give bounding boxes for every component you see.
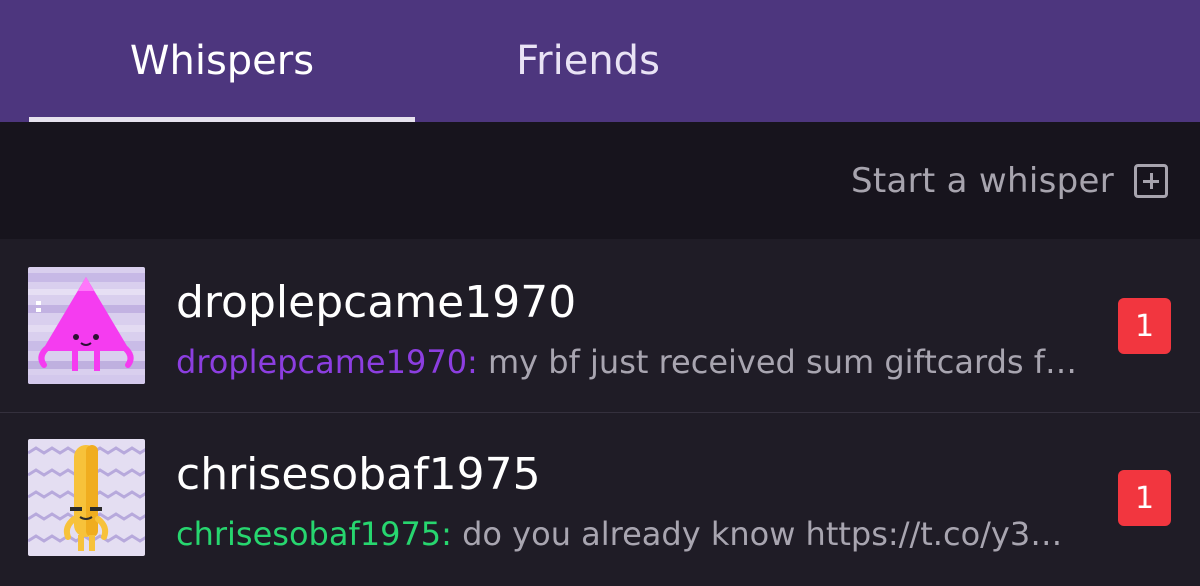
conversation-row[interactable]: chrisesobaf1975 chrisesobaf1975: do you … <box>0 413 1200 586</box>
tab-bar: Whispers Friends <box>0 0 1200 122</box>
pink-triangle-avatar-icon <box>28 267 145 384</box>
message-preview: chrisesobaf1975: do you already know htt… <box>176 515 1096 553</box>
unread-badge: 1 <box>1118 298 1171 354</box>
conversation-list: droplepcame1970 droplepcame1970: my bf j… <box>0 239 1200 586</box>
plus-square-icon <box>1134 164 1168 198</box>
tab-whispers[interactable]: Whispers <box>29 0 415 122</box>
whisper-toolbar: Start a whisper <box>0 122 1200 239</box>
start-whisper-label: Start a whisper <box>850 161 1114 201</box>
unread-badge: 1 <box>1118 470 1171 526</box>
message-preview: droplepcame1970: my bf just received sum… <box>176 343 1096 381</box>
conversation-username: chrisesobaf1975 <box>176 449 541 500</box>
conversation-username: droplepcame1970 <box>176 277 577 328</box>
conversation-row[interactable]: droplepcame1970 droplepcame1970: my bf j… <box>0 239 1200 413</box>
tab-friends[interactable]: Friends <box>415 0 761 122</box>
yellow-stick-avatar-icon <box>28 439 145 556</box>
tab-friends-label: Friends <box>516 38 660 84</box>
preview-text: my bf just received sum giftcards f… <box>477 343 1077 381</box>
preview-sender: chrisesobaf1975: <box>176 515 452 553</box>
preview-text: do you already know https://t.co/y3… <box>451 515 1063 553</box>
tab-whispers-label: Whispers <box>129 38 315 84</box>
preview-sender: droplepcame1970: <box>176 343 478 381</box>
start-whisper-button[interactable]: Start a whisper <box>851 159 1168 203</box>
